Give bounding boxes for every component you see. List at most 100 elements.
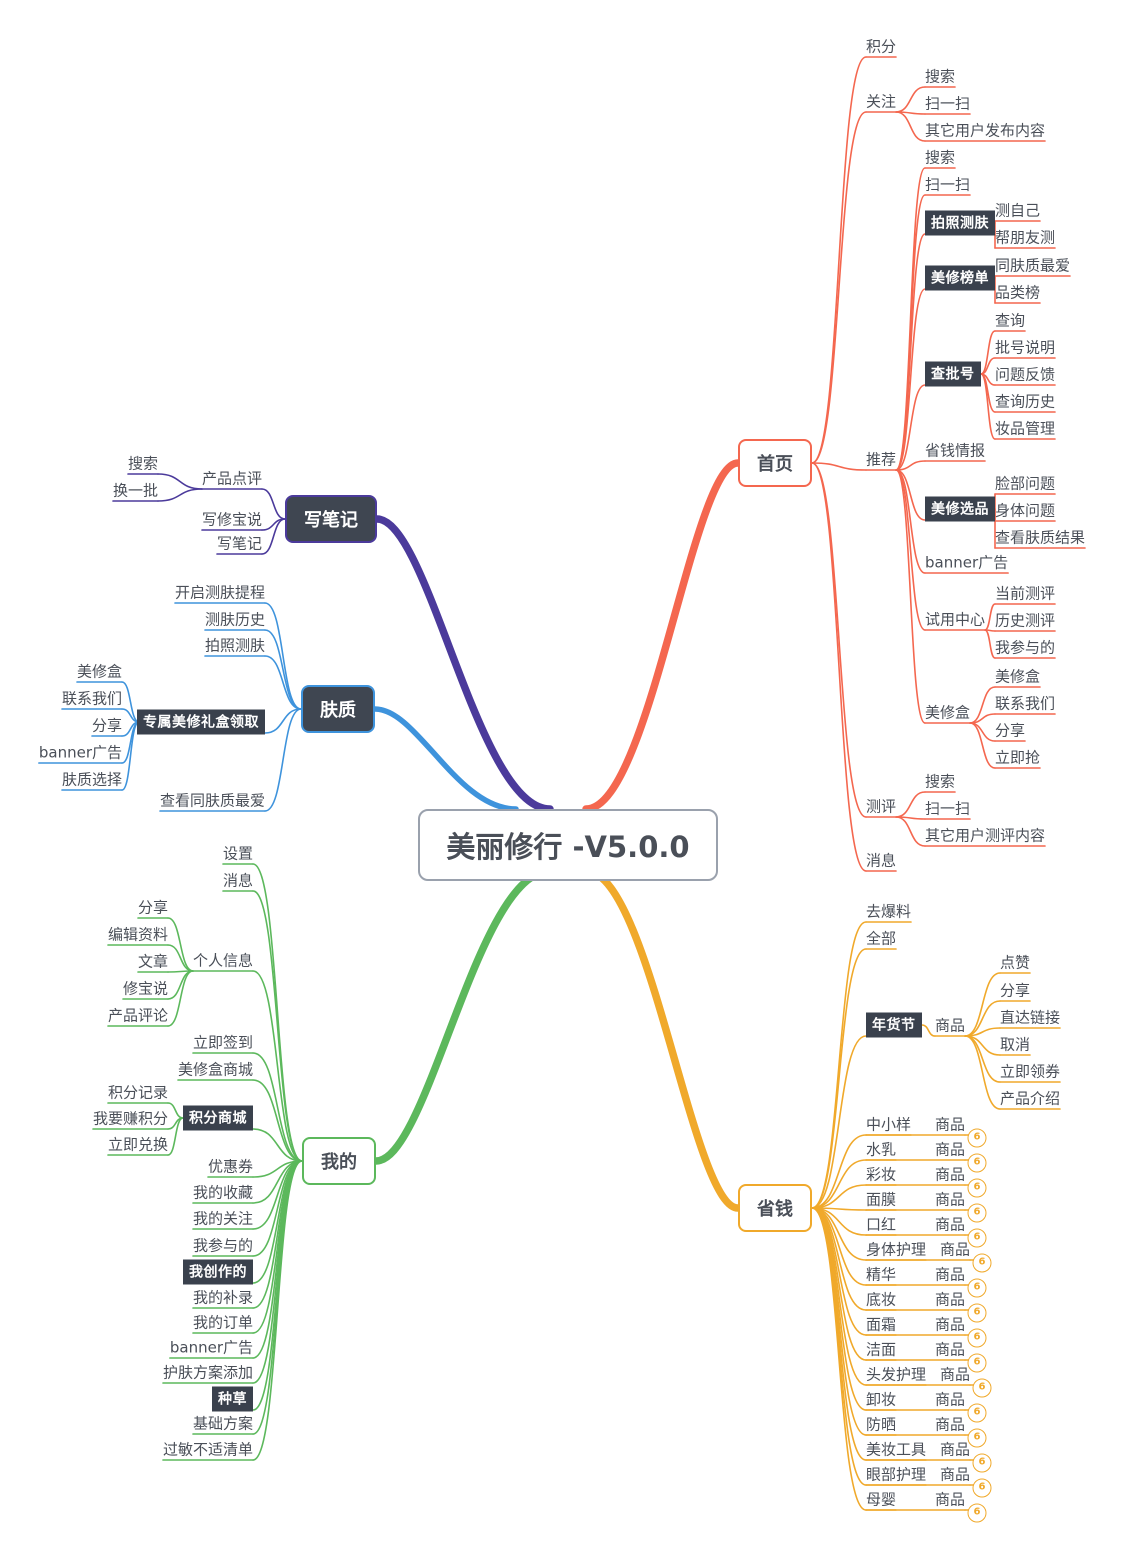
mindmap-leaf-node[interactable]: banner广告 [39, 742, 122, 763]
mindmap-leaf-node[interactable]: 测肤历史 [205, 609, 265, 630]
mindmap-leaf-node[interactable]: 扫一扫 [925, 798, 970, 819]
mindmap-leaf-node[interactable]: 面膜 [866, 1189, 896, 1210]
mindmap-leaf-node[interactable]: 防晒 [866, 1414, 896, 1435]
mindmap-leaf-node[interactable]: 品类榜 [995, 282, 1040, 303]
mindmap-leaf-node[interactable]: 精华 [866, 1264, 896, 1285]
mindmap-leaf-node[interactable]: 商品 [935, 1139, 965, 1160]
mindmap-leaf-node[interactable]: 当前测评 [995, 583, 1055, 604]
mindmap-leaf-node[interactable]: 商品 [935, 1314, 965, 1335]
mindmap-leaf-node[interactable]: 商品 [935, 1214, 965, 1235]
mindmap-badge-node[interactable]: 年货节 [866, 1012, 922, 1038]
mindmap-leaf-node[interactable]: 积分记录 [108, 1082, 168, 1103]
child-count-badge[interactable]: 6 [967, 1403, 987, 1423]
mindmap-leaf-node[interactable]: 美修盒 [77, 661, 122, 682]
mindmap-leaf-node[interactable]: 积分 [866, 36, 896, 57]
mindmap-leaf-node[interactable]: 美修盒商城 [178, 1059, 253, 1080]
child-count-badge[interactable]: 6 [967, 1428, 987, 1448]
branch-node-note[interactable]: 写笔记 [285, 495, 377, 543]
mindmap-badge-node[interactable]: 拍照测肤 [925, 210, 995, 236]
branch-node-mine[interactable]: 我的 [302, 1137, 376, 1185]
mindmap-leaf-node[interactable]: 查看同肤质最爱 [160, 790, 265, 811]
mindmap-leaf-node[interactable]: 商品 [940, 1364, 970, 1385]
mindmap-leaf-node[interactable]: 省钱情报 [925, 440, 985, 461]
mindmap-leaf-node[interactable]: 测评 [866, 796, 896, 817]
mindmap-leaf-node[interactable]: 美妆工具 [866, 1439, 926, 1460]
mindmap-leaf-node[interactable]: 搜索 [925, 66, 955, 87]
child-count-badge[interactable]: 6 [972, 1253, 992, 1273]
mindmap-leaf-node[interactable]: 分享 [1000, 980, 1030, 1001]
child-count-badge[interactable]: 6 [972, 1478, 992, 1498]
mindmap-leaf-node[interactable]: 商品 [935, 1164, 965, 1185]
mindmap-leaf-node[interactable]: 其它用户发布内容 [925, 120, 1045, 141]
mindmap-leaf-node[interactable]: 产品评论 [108, 1005, 168, 1026]
mindmap-leaf-node[interactable]: 开启测肤提程 [175, 582, 265, 603]
mindmap-leaf-node[interactable]: 商品 [935, 1289, 965, 1310]
mindmap-leaf-node[interactable]: 去爆料 [866, 901, 911, 922]
mindmap-leaf-node[interactable]: 查看肤质结果 [995, 527, 1085, 548]
mindmap-leaf-node[interactable]: 商品 [935, 1389, 965, 1410]
mindmap-leaf-node[interactable]: 拍照测肤 [205, 635, 265, 656]
mindmap-leaf-node[interactable]: 母婴 [866, 1489, 896, 1510]
mindmap-leaf-node[interactable]: 换一批 [113, 480, 158, 501]
mindmap-leaf-node[interactable]: 立即抢 [995, 747, 1040, 768]
mindmap-leaf-node[interactable]: 面霜 [866, 1314, 896, 1335]
mindmap-leaf-node[interactable]: 测自己 [995, 200, 1040, 221]
mindmap-leaf-node[interactable]: 彩妆 [866, 1164, 896, 1185]
child-count-badge[interactable]: 6 [967, 1178, 987, 1198]
mindmap-leaf-node[interactable]: 扫一扫 [925, 174, 970, 195]
mindmap-leaf-node[interactable]: 分享 [995, 720, 1025, 741]
mindmap-leaf-node[interactable]: 商品 [940, 1439, 970, 1460]
mindmap-leaf-node[interactable]: 我的关注 [193, 1208, 253, 1229]
mindmap-leaf-node[interactable]: 问题反馈 [995, 364, 1055, 385]
mindmap-leaf-node[interactable]: 口红 [866, 1214, 896, 1235]
mindmap-badge-node[interactable]: 积分商城 [183, 1105, 253, 1131]
mindmap-leaf-node[interactable]: 头发护理 [866, 1364, 926, 1385]
mindmap-leaf-node[interactable]: 搜索 [128, 453, 158, 474]
mindmap-leaf-node[interactable]: 水乳 [866, 1139, 896, 1160]
mindmap-badge-node[interactable]: 种草 [212, 1386, 253, 1412]
mindmap-leaf-node[interactable]: 扫一扫 [925, 93, 970, 114]
mindmap-leaf-node[interactable]: 我的收藏 [193, 1182, 253, 1203]
mindmap-leaf-node[interactable]: 商品 [935, 1489, 965, 1510]
mindmap-leaf-node[interactable]: 商品 [940, 1464, 970, 1485]
branch-node-skin[interactable]: 肤质 [301, 685, 375, 733]
mindmap-leaf-node[interactable]: 我的补录 [193, 1287, 253, 1308]
mindmap-leaf-node[interactable]: 脸部问题 [995, 473, 1055, 494]
child-count-badge[interactable]: 6 [967, 1353, 987, 1373]
mindmap-leaf-node[interactable]: 立即领券 [1000, 1061, 1060, 1082]
mindmap-leaf-node[interactable]: 商品 [935, 1189, 965, 1210]
mindmap-leaf-node[interactable]: 编辑资料 [108, 924, 168, 945]
mindmap-leaf-node[interactable]: 写笔记 [217, 533, 262, 554]
mindmap-leaf-node[interactable]: 产品点评 [202, 468, 262, 489]
mindmap-leaf-node[interactable]: 文章 [138, 951, 168, 972]
mindmap-leaf-node[interactable]: 美修盒 [925, 702, 970, 723]
child-count-badge[interactable]: 6 [967, 1203, 987, 1223]
mindmap-leaf-node[interactable]: 底妆 [866, 1289, 896, 1310]
mindmap-leaf-node[interactable]: 商品 [935, 1114, 965, 1135]
mindmap-leaf-node[interactable]: 卸妆 [866, 1389, 896, 1410]
mindmap-leaf-node[interactable]: 批号说明 [995, 337, 1055, 358]
mindmap-leaf-node[interactable]: 我参与的 [193, 1235, 253, 1256]
child-count-badge[interactable]: 6 [967, 1128, 987, 1148]
mindmap-leaf-node[interactable]: 分享 [138, 897, 168, 918]
mindmap-leaf-node[interactable]: 我的订单 [193, 1312, 253, 1333]
mindmap-leaf-node[interactable]: 试用中心 [925, 609, 985, 630]
child-count-badge[interactable]: 6 [967, 1278, 987, 1298]
branch-node-home[interactable]: 首页 [738, 439, 812, 487]
mindmap-leaf-node[interactable]: 消息 [223, 870, 253, 891]
mindmap-leaf-node[interactable]: 取消 [1000, 1034, 1030, 1055]
mindmap-badge-node[interactable]: 查批号 [925, 361, 981, 387]
mindmap-leaf-node[interactable]: 点赞 [1000, 952, 1030, 973]
mindmap-leaf-node[interactable]: 查询 [995, 310, 1025, 331]
mindmap-leaf-node[interactable]: banner广告 [925, 552, 1008, 573]
mindmap-leaf-node[interactable]: 联系我们 [62, 688, 122, 709]
mindmap-leaf-node[interactable]: 商品 [935, 1015, 965, 1036]
mindmap-leaf-node[interactable]: 中小样 [866, 1114, 911, 1135]
mindmap-leaf-node[interactable]: 身体护理 [866, 1239, 926, 1260]
mindmap-leaf-node[interactable]: 洁面 [866, 1339, 896, 1360]
mindmap-leaf-node[interactable]: 历史测评 [995, 610, 1055, 631]
mindmap-leaf-node[interactable]: 直达链接 [1000, 1007, 1060, 1028]
child-count-badge[interactable]: 6 [972, 1378, 992, 1398]
mindmap-leaf-node[interactable]: 立即签到 [193, 1032, 253, 1053]
mindmap-badge-node[interactable]: 我创作的 [183, 1259, 253, 1285]
